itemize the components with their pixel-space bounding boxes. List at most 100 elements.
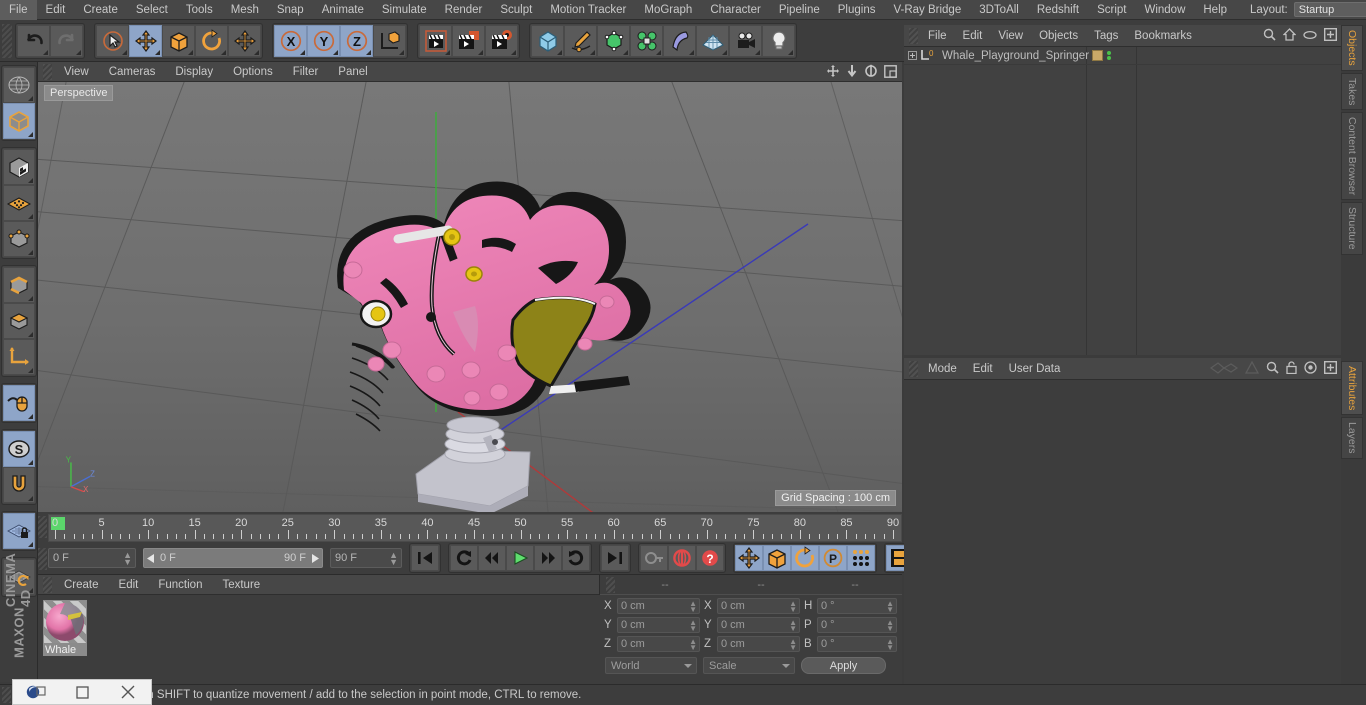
play-forward-loop-button[interactable] <box>562 545 590 571</box>
object-axis-mode-button[interactable] <box>2 339 35 375</box>
render-view-button[interactable] <box>419 24 452 57</box>
dolly-view-icon[interactable] <box>846 64 858 78</box>
minimize-window-button[interactable] <box>59 680 105 704</box>
more-options-corner-icon[interactable] <box>399 49 404 55</box>
render-settings-button[interactable] <box>485 24 518 57</box>
dynamic-place-tool[interactable] <box>228 24 261 57</box>
more-options-corner-icon[interactable] <box>27 496 33 501</box>
add-primitive-cube-button[interactable] <box>531 24 564 57</box>
position-key-toggle[interactable] <box>735 545 763 571</box>
expand-icon[interactable] <box>1324 28 1337 41</box>
timeline-grip-top[interactable] <box>38 516 47 538</box>
spinner-icon[interactable]: ▲ ▼ <box>689 619 697 633</box>
menu-pipeline[interactable]: Pipeline <box>770 0 829 20</box>
go-to-start-button[interactable] <box>411 545 439 571</box>
spinner-icon[interactable]: ▲ ▼ <box>689 600 697 614</box>
more-options-corner-icon[interactable] <box>590 49 595 55</box>
record-active-objects-button[interactable] <box>640 545 668 571</box>
magnet-tool-button[interactable] <box>2 467 35 503</box>
position-field[interactable]: 0 cm ▲ ▼ <box>617 598 700 614</box>
keyframe-selection-button[interactable]: ? <box>696 545 724 571</box>
object-manager-menu-file[interactable]: File <box>920 25 955 47</box>
more-options-corner-icon[interactable] <box>27 414 33 419</box>
more-options-corner-icon[interactable] <box>155 49 160 55</box>
menu-3dtoall[interactable]: 3DToAll <box>970 0 1028 20</box>
more-options-corner-icon[interactable] <box>689 49 694 55</box>
step-forward-button[interactable] <box>534 545 562 571</box>
search-icon[interactable] <box>1263 28 1276 41</box>
app-icon-group[interactable] <box>13 680 59 704</box>
lock-icon[interactable] <box>1286 361 1297 374</box>
spinner-icon[interactable]: ▲ ▼ <box>789 638 797 652</box>
spinner-icon[interactable]: ▲ ▼ <box>789 600 797 614</box>
add-camera-button[interactable] <box>729 24 762 57</box>
object-manager-menu-view[interactable]: View <box>990 25 1031 47</box>
more-options-corner-icon[interactable] <box>27 542 33 547</box>
position-field[interactable]: 0 cm ▲ ▼ <box>617 617 700 633</box>
menu-character[interactable]: Character <box>701 0 770 20</box>
add-environment-button[interactable] <box>696 24 729 57</box>
more-options-corner-icon[interactable] <box>188 49 193 55</box>
spinner-icon[interactable]: ▲ ▼ <box>886 638 894 652</box>
more-options-corner-icon[interactable] <box>27 178 33 183</box>
more-options-corner-icon[interactable] <box>43 49 48 55</box>
timeline-ruler[interactable]: 0 5 10 15 20 25 30 35 40 45 50 55 60 65 70 75 80 85 90 <box>48 514 902 542</box>
target-icon[interactable] <box>1304 361 1317 374</box>
toolbar-grip[interactable] <box>2 23 12 58</box>
attribute-manager-grip[interactable] <box>909 360 918 377</box>
world-object-coord-toggle[interactable] <box>373 24 406 57</box>
model-mode-button[interactable] <box>2 103 35 139</box>
more-options-corner-icon[interactable] <box>27 296 33 301</box>
more-options-corner-icon[interactable] <box>27 368 33 373</box>
spinner-icon[interactable]: ▲ ▼ <box>789 619 797 633</box>
workplane-mode-button[interactable] <box>2 185 35 221</box>
scale-key-toggle[interactable] <box>763 545 791 571</box>
more-options-corner-icon[interactable] <box>333 49 338 55</box>
edges-mode-button[interactable] <box>2 267 35 303</box>
add-deformer-button[interactable] <box>663 24 696 57</box>
lock-x-axis[interactable]: X <box>274 24 307 57</box>
object-tree-row[interactable]: 0 Whale_Playground_Springer <box>904 47 1341 65</box>
material-thumbnail[interactable] <box>43 600 87 644</box>
menu-edit[interactable]: Edit <box>37 0 75 20</box>
viewport-menu-cameras[interactable]: Cameras <box>99 62 166 82</box>
eye-icon[interactable] <box>1303 30 1317 40</box>
more-options-corner-icon[interactable] <box>300 49 305 55</box>
viewport-menu-view[interactable]: View <box>54 62 99 82</box>
current-frame-field[interactable]: 0 F ▲ ▼ <box>48 548 136 568</box>
live-selection-tool[interactable] <box>96 24 129 57</box>
play-button[interactable] <box>506 545 534 571</box>
more-options-corner-icon[interactable] <box>76 49 81 55</box>
pan-view-icon[interactable] <box>826 64 840 78</box>
layout-select[interactable]: Startup <box>1293 2 1366 17</box>
rotation-key-toggle[interactable] <box>791 545 819 571</box>
more-options-corner-icon[interactable] <box>445 49 450 55</box>
more-options-corner-icon[interactable] <box>221 49 226 55</box>
interpolation-icon[interactable] <box>1210 361 1238 374</box>
menu-select[interactable]: Select <box>127 0 177 20</box>
rotation-field[interactable]: 0 ° ▲ ▼ <box>817 617 897 633</box>
more-options-corner-icon[interactable] <box>254 49 259 55</box>
object-manager-menu-edit[interactable]: Edit <box>955 25 991 47</box>
vertical-tab-content-browser[interactable]: Content Browser <box>1341 112 1363 201</box>
maximize-view-icon[interactable] <box>884 64 897 78</box>
menu-script[interactable]: Script <box>1088 0 1135 20</box>
range-left-arrow-icon[interactable] <box>147 553 156 563</box>
viewport-menu-filter[interactable]: Filter <box>283 62 329 82</box>
menu-create[interactable]: Create <box>74 0 127 20</box>
object-manager-menu-objects[interactable]: Objects <box>1031 25 1086 47</box>
menu-redshift[interactable]: Redshift <box>1028 0 1088 20</box>
vertical-tab-takes[interactable]: Takes <box>1341 72 1363 111</box>
viewport-menu-display[interactable]: Display <box>165 62 223 82</box>
object-manager-grip[interactable] <box>909 27 918 44</box>
close-window-button[interactable] <box>105 680 151 704</box>
more-options-corner-icon[interactable] <box>27 332 33 337</box>
vertical-tab-attributes[interactable]: Attributes <box>1341 361 1363 416</box>
spinner-icon[interactable]: ▲ ▼ <box>389 551 398 567</box>
more-options-corner-icon[interactable] <box>557 49 562 55</box>
menu-tools[interactable]: Tools <box>177 0 222 20</box>
material-tag-icon[interactable] <box>1092 50 1103 61</box>
add-spline-button[interactable] <box>564 24 597 57</box>
autokeying-button[interactable] <box>668 545 696 571</box>
more-options-corner-icon[interactable] <box>27 250 33 255</box>
